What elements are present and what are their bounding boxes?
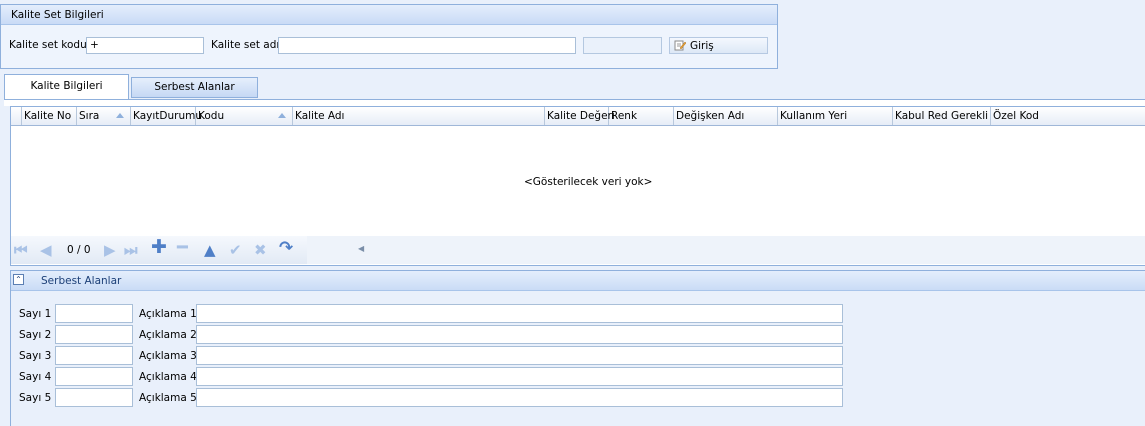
- sort-asc-icon: [116, 113, 124, 118]
- panel-header: ⌃ Serbest Alanlar: [11, 270, 1145, 291]
- col-kodu[interactable]: Kodu: [196, 107, 293, 125]
- nav-counter: 0 / 0: [67, 244, 91, 256]
- sayi-input[interactable]: [55, 304, 133, 323]
- group-title: Kalite Set Bilgileri: [11, 9, 104, 21]
- col-kalite-degeri[interactable]: Kalite Değeri: [545, 107, 615, 125]
- kalite-set-group: Kalite Set Bilgileri Kalite set kodu + K…: [0, 4, 778, 69]
- set-name-label: Kalite set adı: [211, 39, 280, 51]
- tab-serbest-alanlar-label: Serbest Alanlar: [154, 81, 235, 93]
- col-ozel-kod[interactable]: Özel Kod: [991, 107, 1145, 125]
- set-code-label: Kalite set kodu: [9, 39, 87, 51]
- set-code-input[interactable]: +: [86, 37, 204, 54]
- sayi-input[interactable]: [55, 346, 133, 365]
- aciklama-label: Açıklama 5: [139, 392, 197, 404]
- sayi-label: Sayı 5: [19, 392, 52, 404]
- aciklama-label: Açıklama 2: [139, 329, 197, 341]
- row-indicator-header: [11, 107, 22, 125]
- delete-record-icon[interactable]: ━: [177, 239, 188, 257]
- enter-button[interactable]: Giriş: [669, 37, 768, 54]
- col-kayit-durumu[interactable]: KayıtDurumu: [131, 107, 202, 125]
- panel-title: Serbest Alanlar: [41, 275, 122, 287]
- edit-record-icon[interactable]: ▲: [204, 241, 216, 259]
- col-kabul-red-gerekli[interactable]: Kabul Red Gerekli: [893, 107, 991, 125]
- col-kullanim-yeri[interactable]: Kullanım Yeri: [778, 107, 893, 125]
- sayi-input[interactable]: [55, 388, 133, 407]
- col-renk[interactable]: Renk: [609, 107, 674, 125]
- aciklama-input[interactable]: [196, 367, 843, 386]
- set-code-value: +: [90, 39, 99, 51]
- add-record-icon[interactable]: ✚: [151, 238, 167, 257]
- grid-header: Kalite No Sıra KayıtDurumu Kodu Kalite A…: [11, 107, 1145, 126]
- aciklama-input[interactable]: [196, 388, 843, 407]
- next-record-icon[interactable]: ▶: [104, 241, 116, 259]
- grid-empty-message: <Gösterilecek veri yok>: [524, 176, 653, 188]
- refresh-icon[interactable]: ↷: [279, 239, 293, 257]
- quality-grid: Kalite No Sıra KayıtDurumu Kodu Kalite A…: [10, 106, 1145, 266]
- sayi-input[interactable]: [55, 325, 133, 344]
- prev-record-icon[interactable]: ◀: [40, 241, 52, 259]
- edit-icon: [674, 39, 687, 54]
- sayi-input[interactable]: [55, 367, 133, 386]
- col-kalite-adi[interactable]: Kalite Adı: [293, 107, 545, 125]
- sayi-label: Sayı 4: [19, 371, 52, 383]
- grid-navigator: ⏮ ◀ 0 / 0 ▶ ⏭ ✚ ━ ▲ ✔ ✖ ↷ ◀: [11, 236, 1145, 264]
- col-sira[interactable]: Sıra: [77, 107, 131, 125]
- tab-kalite-bilgileri[interactable]: Kalite Bilgileri: [4, 74, 129, 100]
- sayi-label: Sayı 1: [19, 308, 52, 320]
- enter-button-label: Giriş: [690, 40, 714, 52]
- scroll-left-icon[interactable]: ◀: [358, 244, 364, 253]
- aciklama-label: Açıklama 1: [139, 308, 197, 320]
- sayi-label: Sayı 2: [19, 329, 52, 341]
- aciklama-input[interactable]: [196, 304, 843, 323]
- save-record-icon[interactable]: ✔: [229, 241, 242, 259]
- last-record-icon[interactable]: ⏭: [124, 241, 138, 259]
- sayi-label: Sayı 3: [19, 350, 52, 362]
- tab-serbest-alanlar[interactable]: Serbest Alanlar: [131, 77, 258, 98]
- aciklama-label: Açıklama 3: [139, 350, 197, 362]
- set-name-input[interactable]: [278, 37, 576, 54]
- horizontal-scrollbar[interactable]: ◀: [307, 236, 1145, 264]
- first-record-icon[interactable]: ⏮: [14, 241, 28, 259]
- aciklama-input[interactable]: [196, 346, 843, 365]
- serbest-alanlar-panel: ⌃ Serbest Alanlar Sayı 1 Açıklama 1 Sayı…: [10, 270, 1145, 426]
- collapse-icon[interactable]: ⌃: [13, 274, 24, 285]
- tab-kalite-bilgileri-label: Kalite Bilgileri: [30, 80, 103, 92]
- aciklama-label: Açıklama 4: [139, 371, 197, 383]
- col-degisken-adi[interactable]: Değişken Adı: [674, 107, 778, 125]
- col-kalite-no[interactable]: Kalite No: [22, 107, 77, 125]
- group-title-bar: Kalite Set Bilgileri: [1, 5, 777, 25]
- aciklama-input[interactable]: [196, 325, 843, 344]
- sort-asc-icon: [278, 113, 286, 118]
- disabled-field: [583, 37, 662, 54]
- cancel-record-icon[interactable]: ✖: [254, 241, 267, 259]
